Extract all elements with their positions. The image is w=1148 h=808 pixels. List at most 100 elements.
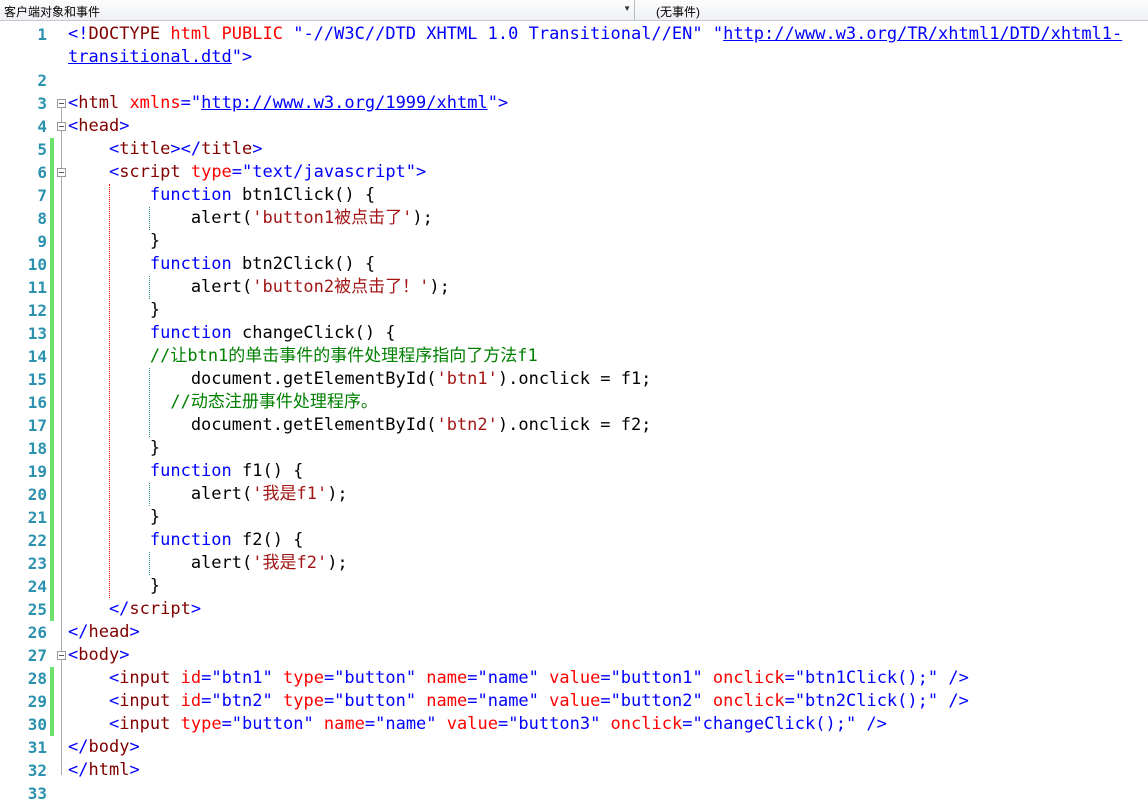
code-token: value	[549, 691, 601, 711]
code-token: ="btn2Click();" />	[784, 691, 969, 711]
line-number: 14	[27, 347, 47, 366]
line-number: 9	[37, 232, 47, 251]
code-line[interactable]: 25 </script>	[0, 598, 1148, 621]
code-line[interactable]: 31 </body>	[0, 736, 1148, 759]
code-line[interactable]: 29 <input id="btn2" type="button" name="…	[0, 690, 1148, 713]
code-token: >	[252, 139, 263, 159]
code-token: 'btn1'	[436, 369, 498, 389]
code-token: value	[549, 668, 601, 688]
code-editor[interactable]: 1 <!DOCTYPE html PUBLIC "-//W3C//DTD XHTM…	[0, 22, 1148, 808]
code-token: DOCTYPE	[88, 24, 171, 44]
code-line[interactable]: 6 <script type="text/javascript">	[0, 161, 1148, 184]
code-line[interactable]: 21 }	[0, 506, 1148, 529]
code-token: <	[68, 691, 120, 711]
code-token: input	[119, 714, 181, 734]
code-token: http://www.w3.org/TR/xhtml1/DTD/xhtml1-	[723, 24, 1123, 44]
code-line[interactable]: 32 </html>	[0, 759, 1148, 782]
line-number: 30	[27, 715, 47, 734]
code-line[interactable]: 14 //让btn1的单击事件的事件处理程序指向了方法f1	[0, 345, 1148, 368]
code-line[interactable]: 15 document.getElementById('btn1').oncli…	[0, 368, 1148, 391]
code-token: name	[426, 668, 468, 688]
line-content: </head>	[68, 622, 140, 643]
code-line[interactable]: 9 }	[0, 230, 1148, 253]
code-line[interactable]: 12 }	[0, 299, 1148, 322]
code-token: transitional.dtd	[68, 47, 232, 67]
code-token: f1() {	[242, 461, 304, 481]
code-token: ="button"	[323, 691, 427, 711]
code-line[interactable]: 30 <input type="button" name="name" valu…	[0, 713, 1148, 736]
code-token: type	[282, 668, 324, 688]
code-token: alert(	[68, 208, 253, 228]
collapse-icon[interactable]	[57, 99, 66, 108]
code-token: <	[68, 162, 120, 182]
code-line[interactable]: 1 <!DOCTYPE html PUBLIC "-//W3C//DTD XHTM…	[0, 23, 1148, 46]
line-content: function changeClick() {	[68, 323, 396, 344]
line-number: 31	[27, 738, 47, 757]
code-token: type	[180, 714, 222, 734]
code-line[interactable]: 13 function changeClick() {	[0, 322, 1148, 345]
code-line[interactable]: 2	[0, 69, 1148, 92]
line-number: 2	[37, 71, 47, 90]
line-number: 26	[27, 623, 47, 642]
code-token: f2() {	[242, 530, 304, 550]
code-line[interactable]: 10 function btn2Click() {	[0, 253, 1148, 276]
code-token: function	[68, 323, 242, 343]
code-line[interactable]: 22 function f2() {	[0, 529, 1148, 552]
code-token: >	[119, 645, 130, 665]
code-token: alert(	[68, 484, 253, 504]
code-token: ="button3"	[497, 714, 611, 734]
code-token: >	[129, 737, 140, 757]
code-token: '我是f1'	[252, 484, 328, 504]
line-content: document.getElementById('btn2').onclick …	[68, 415, 652, 436]
code-line[interactable]: 16 //动态注册事件处理程序。	[0, 391, 1148, 414]
code-line[interactable]: 23 alert('我是f2');	[0, 552, 1148, 575]
line-number: 11	[27, 278, 47, 297]
code-line[interactable]: 17 document.getElementById('btn2').oncli…	[0, 414, 1148, 437]
object-dropdown[interactable]: 客户端对象和事件 ▼	[0, 0, 635, 20]
code-line[interactable]: 27 <body>	[0, 644, 1148, 667]
code-line-wrap[interactable]: transitional.dtd">	[0, 46, 1148, 69]
code-line[interactable]: 28 <input id="btn1" type="button" name="…	[0, 667, 1148, 690]
code-token: >	[119, 116, 130, 136]
code-token: <	[68, 714, 120, 734]
indent-guide	[149, 552, 150, 575]
code-token: btn1Click() {	[242, 185, 376, 205]
line-number: 23	[27, 554, 47, 573]
code-token: function	[68, 530, 242, 550]
code-line[interactable]: 19 function f1() {	[0, 460, 1148, 483]
line-content: <script type="text/javascript">	[68, 162, 426, 183]
code-line[interactable]: 5 <title></title>	[0, 138, 1148, 161]
code-token: input	[119, 668, 181, 688]
code-line[interactable]: 24 }	[0, 575, 1148, 598]
code-token: alert(	[68, 553, 253, 573]
line-content: function f2() {	[68, 530, 304, 551]
collapse-icon[interactable]	[57, 168, 66, 177]
code-line[interactable]: 18 }	[0, 437, 1148, 460]
event-dropdown[interactable]: (无事件)	[636, 0, 1148, 20]
line-content: function btn1Click() {	[68, 185, 375, 206]
collapse-icon[interactable]	[57, 651, 66, 660]
code-line[interactable]: 26 </head>	[0, 621, 1148, 644]
code-line[interactable]: 8 alert('button1被点击了');	[0, 207, 1148, 230]
code-token: function	[68, 254, 242, 274]
code-token: >	[129, 622, 140, 642]
code-line[interactable]: 20 alert('我是f1');	[0, 483, 1148, 506]
line-number: 33	[27, 784, 47, 803]
code-token: }	[68, 438, 161, 458]
code-line[interactable]: 4 <head>	[0, 115, 1148, 138]
line-number: 28	[27, 669, 47, 688]
chevron-down-icon: ▼	[623, 4, 631, 13]
code-token: );	[412, 208, 433, 228]
code-line[interactable]: 11 alert('button2被点击了！');	[0, 276, 1148, 299]
code-line[interactable]: 7 function btn1Click() {	[0, 184, 1148, 207]
code-line[interactable]: 3 <html xmlns="http://www.w3.org/1999/xht…	[0, 92, 1148, 115]
code-token: name	[323, 714, 365, 734]
collapse-icon[interactable]	[57, 122, 66, 131]
code-token: "	[712, 24, 724, 44]
code-token: id	[180, 691, 202, 711]
code-token: http://www.w3.org/1999/xhtml	[201, 93, 488, 113]
code-line[interactable]: 33	[0, 782, 1148, 805]
indent-guide	[149, 207, 150, 230]
line-number: 7	[37, 186, 47, 205]
code-token: function	[68, 185, 242, 205]
